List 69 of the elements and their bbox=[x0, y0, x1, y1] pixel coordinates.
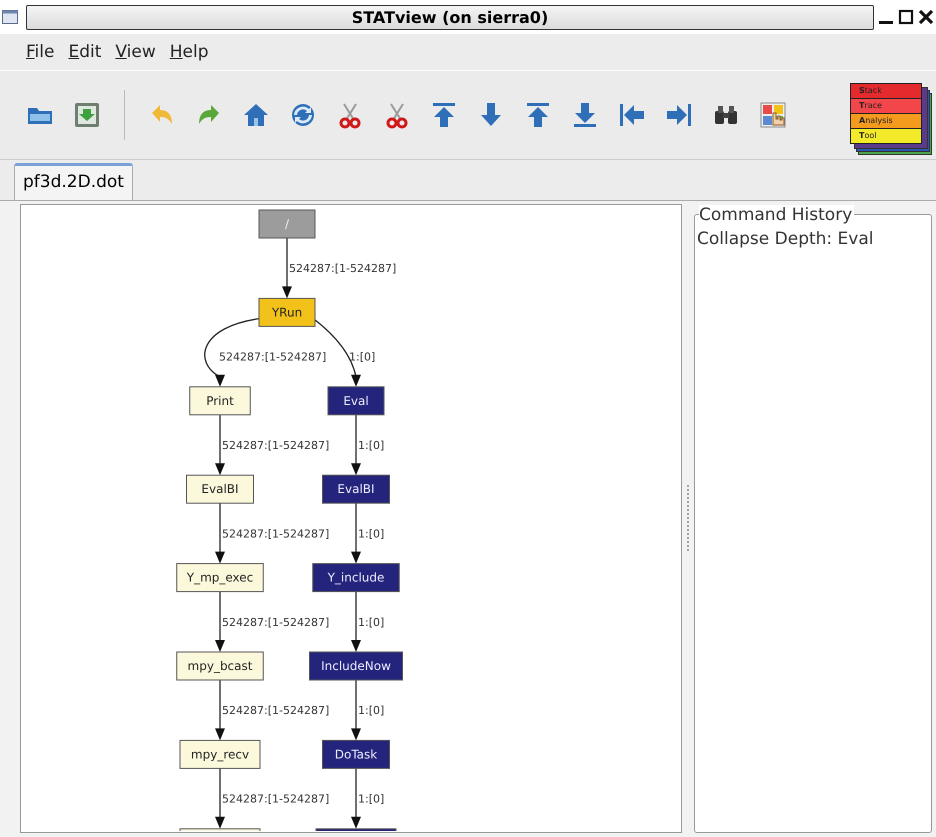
node-label: EvalBI bbox=[337, 482, 375, 496]
menu-item[interactable]: File bbox=[26, 42, 54, 62]
close-icon[interactable] bbox=[918, 9, 934, 25]
arrow-to-bottom-icon[interactable] bbox=[571, 101, 599, 129]
edge-label: 1:[0] bbox=[358, 704, 384, 718]
graph-node[interactable] bbox=[180, 828, 260, 831]
logo-label: Stack bbox=[850, 83, 922, 99]
graph-node[interactable] bbox=[316, 828, 396, 831]
node-label: Y_mp_exec bbox=[186, 570, 254, 585]
edge-label: 524287:[1-524287] bbox=[222, 704, 330, 718]
menu-item[interactable]: Edit bbox=[68, 42, 102, 62]
node-label: EvalBI bbox=[201, 482, 239, 496]
node-label: Y_include bbox=[328, 570, 384, 585]
home-icon[interactable] bbox=[242, 101, 270, 129]
edge-label: 524287:[1-524287] bbox=[222, 439, 330, 452]
splitter-handle[interactable] bbox=[686, 484, 690, 553]
window-menu-icon[interactable] bbox=[2, 10, 18, 24]
arrow-to-top-icon[interactable] bbox=[430, 101, 458, 129]
menu-item[interactable]: Help bbox=[170, 42, 209, 62]
edge-label: 1:[0] bbox=[358, 616, 384, 629]
node-label: Eval bbox=[343, 394, 369, 408]
edge-arrow bbox=[351, 592, 361, 652]
node-label: YRun bbox=[272, 305, 302, 320]
edge-label: 524287:[1-524287] bbox=[222, 616, 330, 629]
group-title: Command History bbox=[699, 205, 854, 225]
edge-arrow bbox=[351, 680, 361, 740]
logo-label: Trace bbox=[850, 99, 922, 114]
node-label: DoTask bbox=[334, 747, 378, 762]
color-grid-hand-icon[interactable] bbox=[759, 101, 787, 129]
node-label: mpy_bcast bbox=[188, 659, 252, 673]
edge-arrow bbox=[351, 768, 361, 829]
edge-label: 1:[0] bbox=[349, 350, 376, 364]
logo-label: Analysis bbox=[850, 114, 922, 129]
arrow-to-right-icon[interactable] bbox=[665, 101, 693, 129]
file-tab[interactable]: pf3d.2D.dot bbox=[14, 163, 133, 200]
graph-node[interactable] bbox=[309, 652, 403, 680]
maximize-icon[interactable] bbox=[898, 9, 914, 25]
arrow-to-left-icon[interactable] bbox=[618, 101, 646, 129]
tray-download-icon[interactable] bbox=[73, 101, 101, 129]
edge-arrow bbox=[351, 414, 361, 476]
graph-node[interactable] bbox=[189, 386, 251, 416]
node-label: mpy_recv bbox=[190, 747, 250, 762]
graph-node[interactable] bbox=[258, 210, 316, 238]
graph-node[interactable] bbox=[322, 474, 390, 504]
edge-label: 524287:[1-524287] bbox=[222, 527, 330, 540]
edge-label: 524287:[1-524287] bbox=[219, 350, 326, 364]
edge-label: 1:[0] bbox=[358, 527, 384, 540]
node-label: Print bbox=[206, 394, 234, 408]
edge-arrow bbox=[351, 503, 361, 564]
graph-node[interactable] bbox=[176, 563, 264, 592]
history-entry[interactable]: Collapse Depth: Eval bbox=[697, 229, 929, 249]
graph-node[interactable] bbox=[328, 386, 384, 416]
node-label: / bbox=[284, 217, 290, 231]
refresh-icon[interactable] bbox=[289, 101, 317, 129]
graph-node[interactable] bbox=[312, 563, 400, 592]
graph-node[interactable] bbox=[176, 652, 264, 680]
edge-label: 1:[0] bbox=[358, 439, 384, 452]
graph-node[interactable] bbox=[322, 740, 390, 769]
edge-label: 1:[0] bbox=[358, 792, 384, 806]
arrow-to-top-icon[interactable] bbox=[524, 101, 552, 129]
logo-label: Tool bbox=[850, 129, 922, 144]
graph-node[interactable] bbox=[258, 298, 316, 327]
window-title: STATview (on sierra0) bbox=[26, 4, 874, 30]
edge-label: 524287:[1-524287] bbox=[222, 792, 330, 806]
node-label: IncludeNow bbox=[321, 659, 391, 673]
graph-node[interactable] bbox=[186, 474, 254, 504]
menu-item[interactable]: View bbox=[115, 42, 156, 62]
edge-label: 524287:[1-524287] bbox=[289, 262, 396, 276]
graph-node[interactable] bbox=[180, 740, 260, 769]
